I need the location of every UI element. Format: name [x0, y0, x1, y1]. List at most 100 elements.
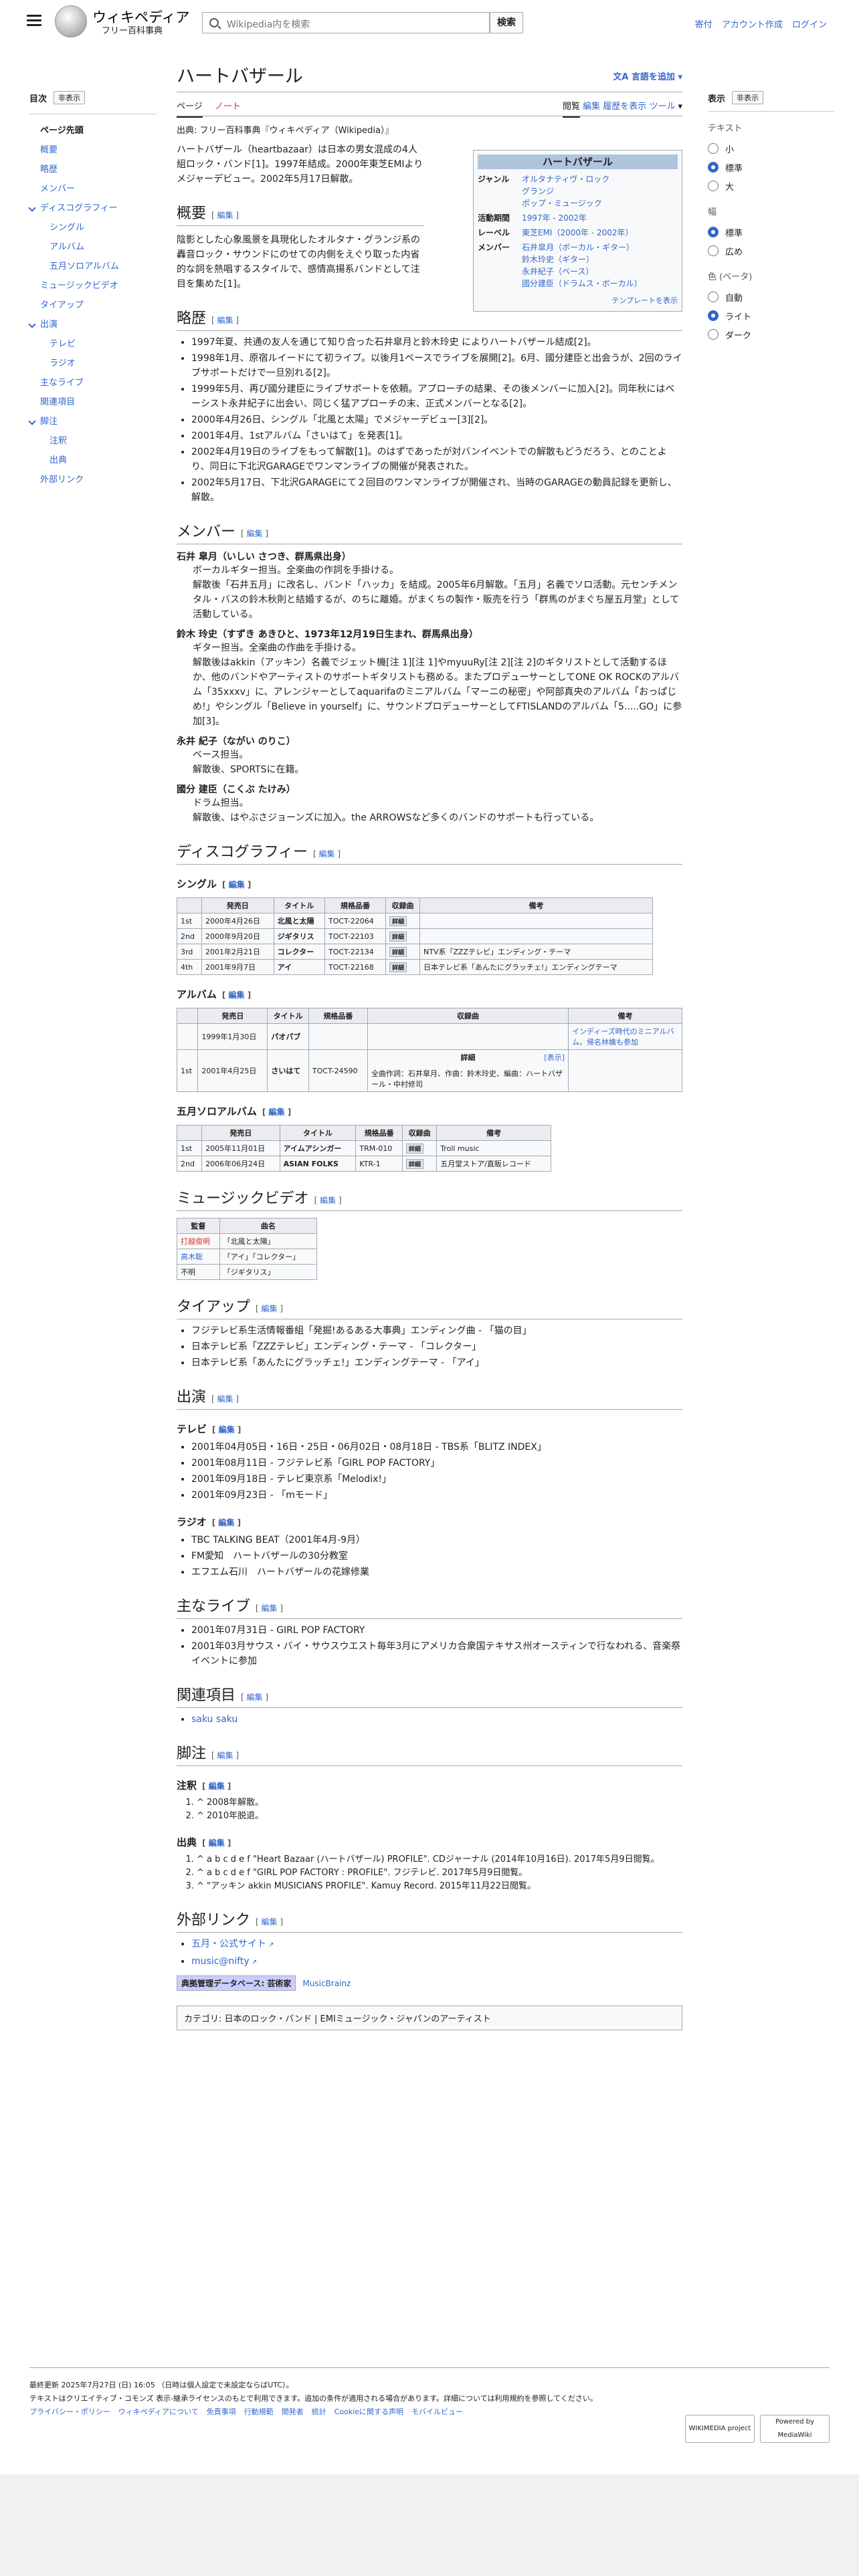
tab-talk[interactable]: ノート	[215, 102, 241, 112]
template-link[interactable]: テンプレートを表示	[478, 295, 678, 307]
chevron-down-icon[interactable]	[28, 417, 36, 425]
edit-link[interactable]: 編集	[256, 1604, 283, 1613]
edit-link[interactable]: 編集	[262, 1107, 291, 1117]
edit-link[interactable]: 編集	[256, 1917, 283, 1927]
related-link[interactable]: saku saku	[191, 1714, 237, 1725]
director-link[interactable]: 不明	[181, 1268, 195, 1277]
toc-item[interactable]: テレビ	[29, 334, 157, 354]
appearance-hide-button[interactable]: 非表示	[732, 91, 764, 104]
chevron-down-icon[interactable]: ▾	[678, 102, 682, 112]
edit-link[interactable]: 編集	[212, 1425, 241, 1434]
footer-link[interactable]: 行動規範	[244, 2407, 274, 2416]
details-button[interactable]: 詳細	[406, 1143, 424, 1154]
mediawiki-badge[interactable]: Powered by MediaWiki	[760, 2415, 830, 2443]
footer-link[interactable]: Cookieに関する声明	[335, 2407, 403, 2416]
infobox-value[interactable]: 東芝EMI（2000年 - 2002年）	[522, 227, 678, 239]
edit-link[interactable]: 編集	[211, 1394, 239, 1404]
radio-selected-icon[interactable]	[708, 227, 719, 237]
toc-item[interactable]: 概要	[29, 140, 157, 160]
tab-page[interactable]: ページ	[177, 102, 203, 118]
edit-link[interactable]: 編集	[313, 849, 341, 859]
toc-item[interactable]: 出演	[28, 315, 157, 334]
chevron-down-icon[interactable]	[28, 320, 36, 328]
toc-item[interactable]: ラジオ	[29, 354, 157, 373]
edit-link[interactable]: 編集	[211, 316, 239, 325]
radio-icon[interactable]	[708, 181, 719, 191]
tab-history[interactable]: 履歴を表示	[603, 102, 646, 112]
text-size-large[interactable]: 大	[708, 177, 835, 195]
toc-item[interactable]: 略歴	[29, 160, 157, 179]
edit-link[interactable]: 編集	[241, 529, 268, 538]
infobox-value[interactable]: オルタナティヴ・ロック グランジ ポップ・ミュージック	[522, 173, 678, 209]
footer-link[interactable]: 統計	[312, 2407, 326, 2416]
edit-link[interactable]: 編集	[222, 880, 251, 889]
search-button[interactable]: 検索	[490, 12, 523, 33]
width-wide[interactable]: 広め	[708, 241, 835, 260]
chevron-down-icon[interactable]	[28, 204, 36, 212]
search-input[interactable]: Wikipedia内を検索	[202, 12, 490, 33]
toc-item[interactable]: 関連項目	[29, 393, 157, 412]
toc-hide-button[interactable]: 非表示	[54, 91, 86, 104]
toc-item[interactable]: ミュージックビデオ	[29, 276, 157, 296]
toc-item[interactable]: ディスコグラフィー	[28, 199, 157, 218]
details-button[interactable]: 詳細	[406, 1158, 424, 1169]
text-size-standard[interactable]: 標準	[708, 158, 835, 177]
text-size-small[interactable]: 小	[708, 139, 835, 158]
radio-icon[interactable]	[708, 329, 719, 340]
details-button[interactable]: 詳細	[389, 962, 407, 972]
radio-icon[interactable]	[708, 143, 719, 154]
toc-item[interactable]: 外部リンク	[29, 470, 157, 490]
toc-item[interactable]: 五月ソロアルバム	[29, 257, 157, 276]
add-language-button[interactable]: 文A 言語を追加 ▾	[613, 70, 682, 82]
infobox-value[interactable]: 1997年 - 2002年	[522, 212, 678, 224]
width-standard[interactable]: 標準	[708, 223, 835, 241]
main-menu-icon[interactable]	[27, 15, 41, 27]
toc-item[interactable]: 主なライブ	[29, 373, 157, 393]
tab-tools[interactable]: ツール	[649, 102, 675, 112]
details-button[interactable]: 詳細	[389, 946, 407, 957]
edit-link[interactable]: 編集	[211, 1751, 239, 1760]
toc-item[interactable]: 出典	[29, 451, 157, 470]
footer-link[interactable]: プライバシー・ポリシー	[29, 2407, 110, 2416]
edit-link[interactable]: 編集	[212, 1518, 241, 1527]
musicbrainz-link[interactable]: MusicBrainz	[302, 1979, 351, 1988]
radio-icon[interactable]	[708, 245, 719, 256]
toc-item[interactable]: 注釈	[29, 431, 157, 451]
edit-link[interactable]: 編集	[241, 1693, 268, 1702]
edit-link[interactable]: 編集	[202, 1838, 231, 1848]
categories-box[interactable]: カテゴリ: 日本のロック・バンド | EMIミュージック・ジャパンのアーティスト	[177, 2006, 682, 2030]
radio-selected-icon[interactable]	[708, 310, 719, 321]
donate-link[interactable]: 寄付	[695, 20, 712, 30]
radio-selected-icon[interactable]	[708, 162, 719, 173]
toc-item[interactable]: メンバー	[29, 179, 157, 199]
tab-edit[interactable]: 編集	[583, 102, 600, 112]
edit-link[interactable]: 編集	[314, 1196, 342, 1205]
color-auto[interactable]: 自動	[708, 288, 835, 306]
details-button[interactable]: 詳細	[389, 931, 407, 942]
show-toggle[interactable]: [表示]	[544, 1052, 565, 1063]
footer-link[interactable]: ウィキペディアについて	[118, 2407, 199, 2416]
color-dark[interactable]: ダーク	[708, 325, 835, 344]
wikipedia-logo-icon[interactable]	[55, 5, 87, 37]
toc-item[interactable]: ページ先頭	[29, 121, 157, 140]
external-link[interactable]: music@nifty	[191, 1956, 250, 1967]
toc-item[interactable]: アルバム	[29, 237, 157, 257]
radio-icon[interactable]	[708, 292, 719, 302]
director-link[interactable]: 高木聡	[181, 1253, 203, 1261]
footer-link[interactable]: モバイルビュー	[411, 2407, 463, 2416]
footer-link[interactable]: 開発者	[282, 2407, 304, 2416]
edit-link[interactable]: 編集	[202, 1782, 231, 1791]
edit-link[interactable]: 編集	[222, 990, 251, 1000]
create-account-link[interactable]: アカウント作成	[722, 20, 783, 30]
wikimedia-badge[interactable]: WIKIMEDIA project	[685, 2415, 755, 2443]
login-link[interactable]: ログイン	[792, 20, 827, 30]
infobox-value[interactable]: 石井皐月（ボーカル・ギター） 鈴木玲史（ギター） 永井紀子（ベース） 國分建臣（…	[522, 241, 678, 290]
tab-read[interactable]: 閲覧	[562, 102, 580, 118]
toc-item[interactable]: タイアップ	[29, 296, 157, 315]
edit-link[interactable]: 編集	[211, 211, 239, 220]
footer-link[interactable]: 免責事項	[207, 2407, 236, 2416]
external-link[interactable]: 五月・公式サイト	[191, 1939, 266, 1949]
director-link[interactable]: 打越俊明	[181, 1237, 210, 1246]
toc-item[interactable]: シングル	[29, 218, 157, 237]
toc-item[interactable]: 脚注	[28, 412, 157, 431]
